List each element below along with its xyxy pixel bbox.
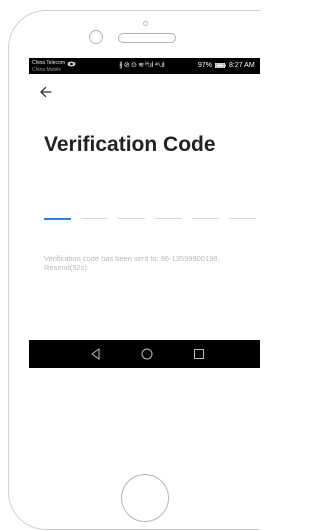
proximity-sensor — [143, 21, 148, 26]
code-sent-message: Verification code has been sent to: 86-1… — [44, 254, 220, 263]
status-clock: 8:27 AM — [229, 62, 255, 69]
screen-bottom-area — [29, 368, 260, 467]
device-canvas: China Telecom China Mobile ∦ ⊘ ⊙ ≋ ᴴ.ıl … — [0, 0, 260, 531]
triangle-back-icon[interactable] — [88, 346, 104, 362]
carrier-secondary: China Mobile — [32, 67, 62, 73]
code-sent-info: Verification code has been sent to: 86-1… — [44, 254, 259, 272]
front-camera — [89, 30, 103, 44]
physical-home-button[interactable] — [121, 474, 169, 522]
arrow-left-icon[interactable] — [39, 85, 53, 99]
code-digit-slot-2[interactable] — [81, 218, 108, 219]
page-title: Verification Code — [44, 133, 216, 156]
resend-countdown-link[interactable]: Resend(52s) — [44, 263, 87, 272]
carrier-primary: China Telecom — [32, 60, 65, 66]
status-bar: China Telecom China Mobile ∦ ⊘ ⊙ ≋ ᴴ.ıl … — [29, 58, 260, 74]
status-icons: ∦ ⊘ ⊙ ≋ ᴴ.ıl ⁴⁶.ıl — [119, 62, 165, 69]
code-digit-slot-5[interactable] — [192, 218, 219, 219]
android-navigation-bar — [29, 340, 260, 368]
earpiece-speaker — [118, 33, 176, 43]
battery-percent: 97% — [198, 62, 213, 69]
battery-icon — [215, 63, 226, 68]
circle-home-icon[interactable] — [139, 346, 155, 362]
square-recent-apps-icon[interactable] — [191, 346, 207, 362]
code-digit-slot-4[interactable] — [155, 218, 182, 219]
verification-code-input[interactable] — [44, 218, 259, 224]
phone-screen: China Telecom China Mobile ∦ ⊘ ⊙ ≋ ᴴ.ıl … — [29, 58, 260, 467]
code-digit-slot-6[interactable] — [229, 218, 256, 219]
code-digit-slot-3[interactable] — [118, 218, 145, 219]
code-digit-slot-1[interactable] — [44, 218, 71, 220]
carrier-indicator-icon — [67, 61, 76, 67]
